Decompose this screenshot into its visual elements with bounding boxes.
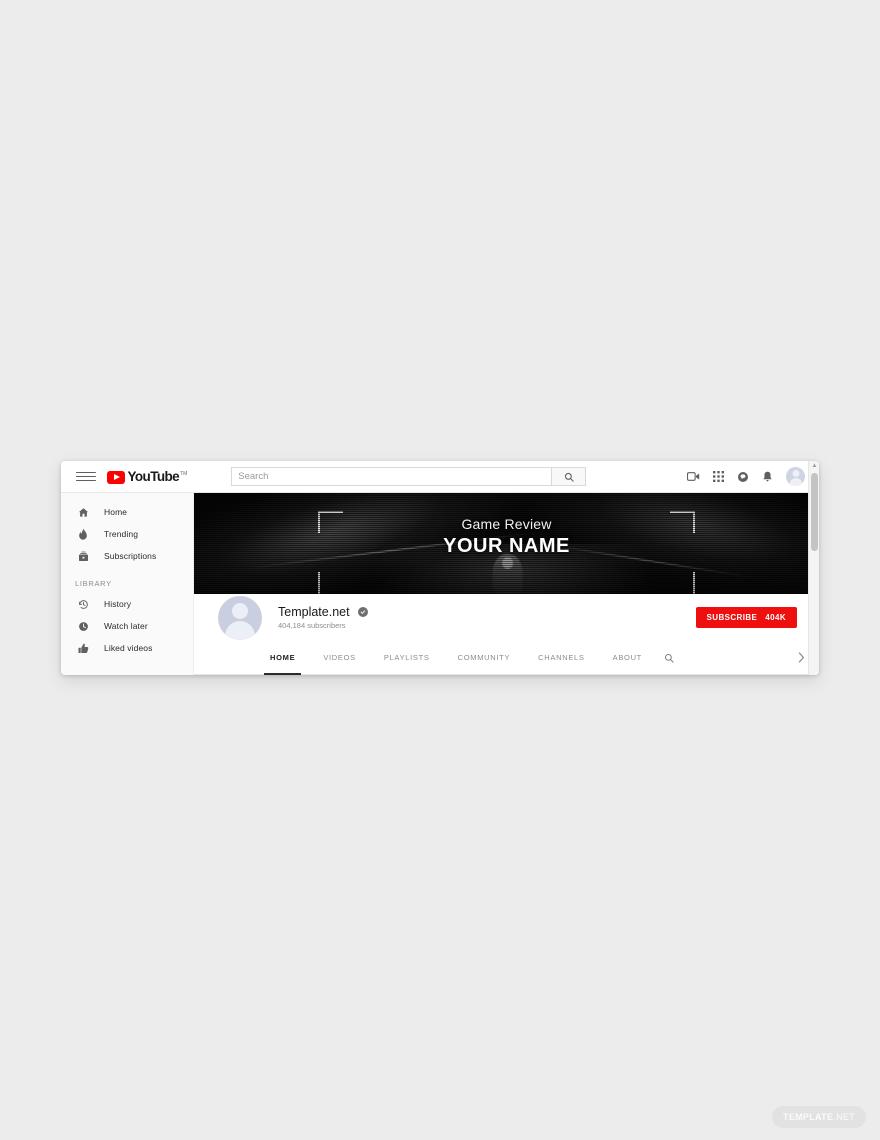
channel-search-button[interactable]: [664, 653, 674, 663]
watermark-bold: TEMPLATE: [783, 1112, 834, 1122]
messages-icon[interactable]: [737, 471, 749, 483]
hamburger-line: [76, 475, 96, 478]
flame-icon: [75, 528, 91, 540]
watermark-thin: .NET: [833, 1112, 855, 1122]
tab-playlists[interactable]: PLAYLISTS: [370, 641, 444, 675]
tabs-overflow-button[interactable]: [798, 652, 805, 663]
search-icon: [664, 653, 674, 663]
subscribe-label: SUBSCRIBE: [706, 613, 758, 622]
chevron-right-icon: [798, 652, 805, 663]
masthead-actions: [687, 467, 805, 486]
masthead: YouTube TM: [61, 461, 819, 493]
sidebar-item-home[interactable]: Home: [61, 501, 193, 523]
trademark-mark: TM: [180, 470, 188, 477]
sidebar-section-library: LIBRARY: [75, 579, 112, 588]
sidebar-item-label: Trending: [104, 529, 139, 539]
sidebar: Home Trending Subscriptions LIBRARY Hist…: [61, 493, 194, 675]
vertical-scrollbar[interactable]: ▲: [808, 461, 819, 675]
channel-tabs: HOME VIDEOS PLAYLISTS COMMUNITY CHANNELS…: [194, 641, 819, 675]
youtube-window: YouTube TM Search Home Trending Subscrip…: [61, 461, 819, 675]
subscribe-button[interactable]: SUBSCRIBE 404K: [695, 607, 797, 628]
tab-channels[interactable]: CHANNELS: [524, 641, 598, 675]
video-upload-icon[interactable]: [687, 471, 700, 482]
search-input[interactable]: [231, 467, 552, 486]
hamburger-line: [76, 479, 96, 482]
notifications-bell-icon[interactable]: [762, 471, 773, 483]
banner-text-block: Game Review YOUR NAME: [194, 515, 819, 558]
subscribe-count: 404K: [765, 613, 786, 622]
tab-community[interactable]: COMMUNITY: [444, 641, 525, 675]
hamburger-line: [76, 471, 96, 474]
sidebar-item-label: Home: [104, 507, 128, 517]
sidebar-item-liked-videos[interactable]: Liked videos: [61, 637, 193, 659]
hamburger-menu-icon[interactable]: [71, 469, 101, 484]
tab-about[interactable]: ABOUT: [599, 641, 656, 675]
template-net-watermark: TEMPLATE .NET: [772, 1106, 866, 1128]
scroll-up-arrow[interactable]: ▲: [809, 461, 819, 471]
banner-subtitle: Game Review: [461, 516, 552, 532]
channel-name-row: Template.net: [278, 605, 368, 619]
sidebar-item-trending[interactable]: Trending: [61, 523, 193, 545]
verified-badge-icon: [357, 607, 368, 617]
banner-figure-silhouette: [492, 554, 523, 594]
thumbs-up-icon: [75, 643, 91, 654]
sidebar-item-label: Liked videos: [104, 643, 153, 653]
sidebar-item-history[interactable]: History: [61, 593, 193, 615]
sidebar-item-label: Subscriptions: [104, 551, 157, 561]
tab-home[interactable]: HOME: [256, 641, 309, 675]
youtube-wordmark: YouTube: [127, 468, 180, 484]
channel-header-row: Template.net 404,184 subscribers SUBSCRI…: [194, 594, 819, 641]
sidebar-item-watch-later[interactable]: Watch later: [61, 615, 193, 637]
history-icon: [75, 599, 91, 610]
clock-icon: [75, 621, 91, 632]
channel-banner[interactable]: Game Review YOUR NAME: [194, 493, 819, 594]
sidebar-item-label: Watch later: [104, 621, 148, 631]
account-avatar[interactable]: [786, 467, 805, 486]
search-icon: [564, 472, 574, 482]
banner-title: YOUR NAME: [443, 535, 570, 557]
channel-avatar[interactable]: [218, 595, 262, 640]
play-button-icon: [107, 470, 125, 484]
channel-meta: Template.net 404,184 subscribers: [278, 605, 368, 630]
scrollbar-thumb[interactable]: [811, 473, 818, 551]
search-submit-button[interactable]: [551, 467, 587, 486]
subscriber-count: 404,184 subscribers: [278, 621, 346, 630]
search-bar: [231, 467, 587, 486]
tab-videos[interactable]: VIDEOS: [309, 641, 370, 675]
sidebar-item-subscriptions[interactable]: Subscriptions: [61, 545, 193, 567]
channel-name: Template.net: [278, 605, 350, 619]
channel-content: Game Review YOUR NAME Template.net 404,1: [194, 493, 819, 675]
sidebar-item-label: History: [104, 599, 132, 609]
subscriptions-icon: [75, 551, 91, 562]
apps-grid-icon[interactable]: [713, 471, 724, 482]
youtube-logo[interactable]: YouTube TM: [107, 468, 188, 484]
home-icon: [75, 507, 91, 518]
